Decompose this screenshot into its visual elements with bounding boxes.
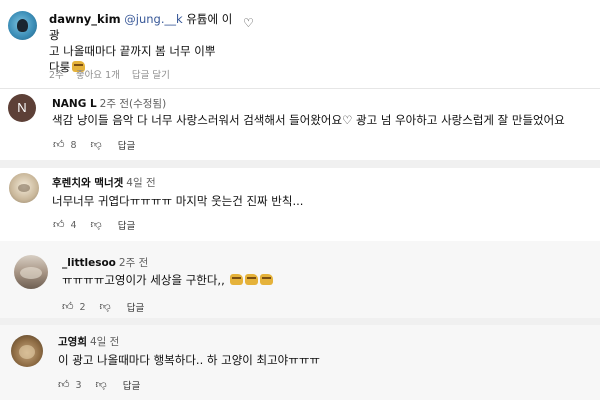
- comment-text: 색감 냥이들 음악 다 너무 사랑스러워서 검색해서 들어왔어요♡ 광고 넘 우…: [52, 113, 565, 127]
- avatar-letter: N: [17, 100, 27, 115]
- comment-item: _littlesoo 2주 전 ㅠㅠㅠㅠ고영이가 세상을 구한다,, 👍︎ 2 👎…: [0, 241, 600, 318]
- reply-button[interactable]: 답글: [123, 378, 140, 392]
- avatar[interactable]: [14, 255, 48, 289]
- comment-time[interactable]: 2주 전: [119, 257, 148, 269]
- ig-time: 2주: [49, 70, 64, 81]
- ig-text-line2: 고 나올때마다 끝까지 봄 너무 이뿌: [49, 44, 216, 58]
- comment-author: 후렌치와 맥너겟 4일 전: [52, 175, 156, 190]
- author-name[interactable]: _littlesoo: [62, 257, 116, 269]
- comment-text: ㅠㅠㅠㅠ고영이가 세상을 구한다,,: [62, 272, 274, 288]
- cat-emoji-icon: [230, 274, 244, 285]
- thumbs-up-icon[interactable]: 👍︎: [53, 139, 65, 151]
- author-name[interactable]: NANG L: [52, 98, 97, 110]
- comment-actions: 👍︎ 8 👎︎ 답글: [53, 138, 135, 153]
- comment-author: _littlesoo 2주 전: [62, 255, 148, 270]
- thumbs-down-icon[interactable]: 👎︎: [96, 379, 107, 391]
- ig-username[interactable]: dawny_kim: [49, 12, 121, 26]
- comment-time[interactable]: 2주 전(수정됨): [100, 98, 167, 110]
- cat-emoji-icon: [260, 274, 274, 285]
- like-count: 3: [75, 379, 82, 391]
- thumbs-up-icon[interactable]: 👍︎: [58, 379, 70, 391]
- comment-actions: 👍︎ 2 👎︎ 답글: [62, 300, 144, 315]
- comment-text: 너무너무 귀엽다ㅠㅠㅠㅠ 마지막 웃는건 진짜 반칙...: [52, 194, 304, 208]
- thumbs-down-icon[interactable]: 👎︎: [100, 301, 111, 313]
- ig-comment-text: dawny_kim @jung.__k 유튭에 이 광 고 나올때마다 끝까지 …: [49, 11, 234, 75]
- ig-comment: dawny_kim @jung.__k 유튭에 이 광 고 나올때마다 끝까지 …: [0, 0, 600, 88]
- divider: [0, 160, 600, 168]
- ig-reply-button[interactable]: 답글 달기: [132, 70, 170, 81]
- thumbs-down-icon[interactable]: 👎︎: [91, 139, 102, 151]
- ig-mention[interactable]: @jung.__k: [124, 12, 182, 26]
- comment-author: 고영희 4일 전: [58, 334, 119, 349]
- comment-author: NANG L 2주 전(수정됨): [52, 96, 166, 111]
- comment-actions: 👍︎ 3 👎︎ 답글: [58, 378, 140, 393]
- avatar[interactable]: [11, 335, 43, 367]
- ig-avatar[interactable]: [8, 11, 37, 40]
- comment-time[interactable]: 4일 전: [126, 177, 155, 189]
- comment-text: 이 광고 나올때마다 행복하다.. 하 고양이 최고야ㅠㅠㅠ: [58, 353, 321, 367]
- thumbs-down-icon[interactable]: 👎︎: [91, 219, 102, 231]
- comment-time[interactable]: 4일 전: [90, 336, 119, 348]
- thumbs-up-icon[interactable]: 👍︎: [53, 219, 65, 231]
- like-count: 4: [70, 219, 77, 231]
- reply-button[interactable]: 답글: [127, 300, 144, 314]
- divider: [0, 318, 600, 325]
- comment-actions: 👍︎ 4 👎︎ 답글: [53, 218, 135, 233]
- ig-meta: 2주 좋아요 1개 답글 달기: [49, 67, 179, 81]
- author-name[interactable]: 후렌치와 맥너겟: [52, 177, 123, 189]
- reply-button[interactable]: 답글: [118, 218, 135, 232]
- comment-item: 후렌치와 맥너겟 4일 전 너무너무 귀엽다ㅠㅠㅠㅠ 마지막 웃는건 진짜 반칙.…: [0, 168, 600, 240]
- comment-item: N NANG L 2주 전(수정됨) 색감 냥이들 음악 다 너무 사랑스러워서 …: [0, 89, 600, 160]
- like-count: 8: [70, 139, 77, 151]
- author-name[interactable]: 고영희: [58, 336, 87, 348]
- comment-text-body: ㅠㅠㅠㅠ고영이가 세상을 구한다,,: [62, 273, 225, 287]
- ig-likes[interactable]: 좋아요 1개: [76, 70, 120, 81]
- comment-item: 고영희 4일 전 이 광고 나올때마다 행복하다.. 하 고양이 최고야ㅠㅠㅠ 👍…: [0, 325, 600, 400]
- reply-button[interactable]: 답글: [118, 138, 135, 152]
- heart-outline-icon[interactable]: ♡: [243, 16, 254, 30]
- avatar[interactable]: N: [8, 94, 36, 122]
- thumbs-up-icon[interactable]: 👍︎: [62, 301, 74, 313]
- avatar[interactable]: [9, 173, 39, 203]
- cat-emoji-icon: [245, 274, 259, 285]
- like-count: 2: [79, 301, 86, 313]
